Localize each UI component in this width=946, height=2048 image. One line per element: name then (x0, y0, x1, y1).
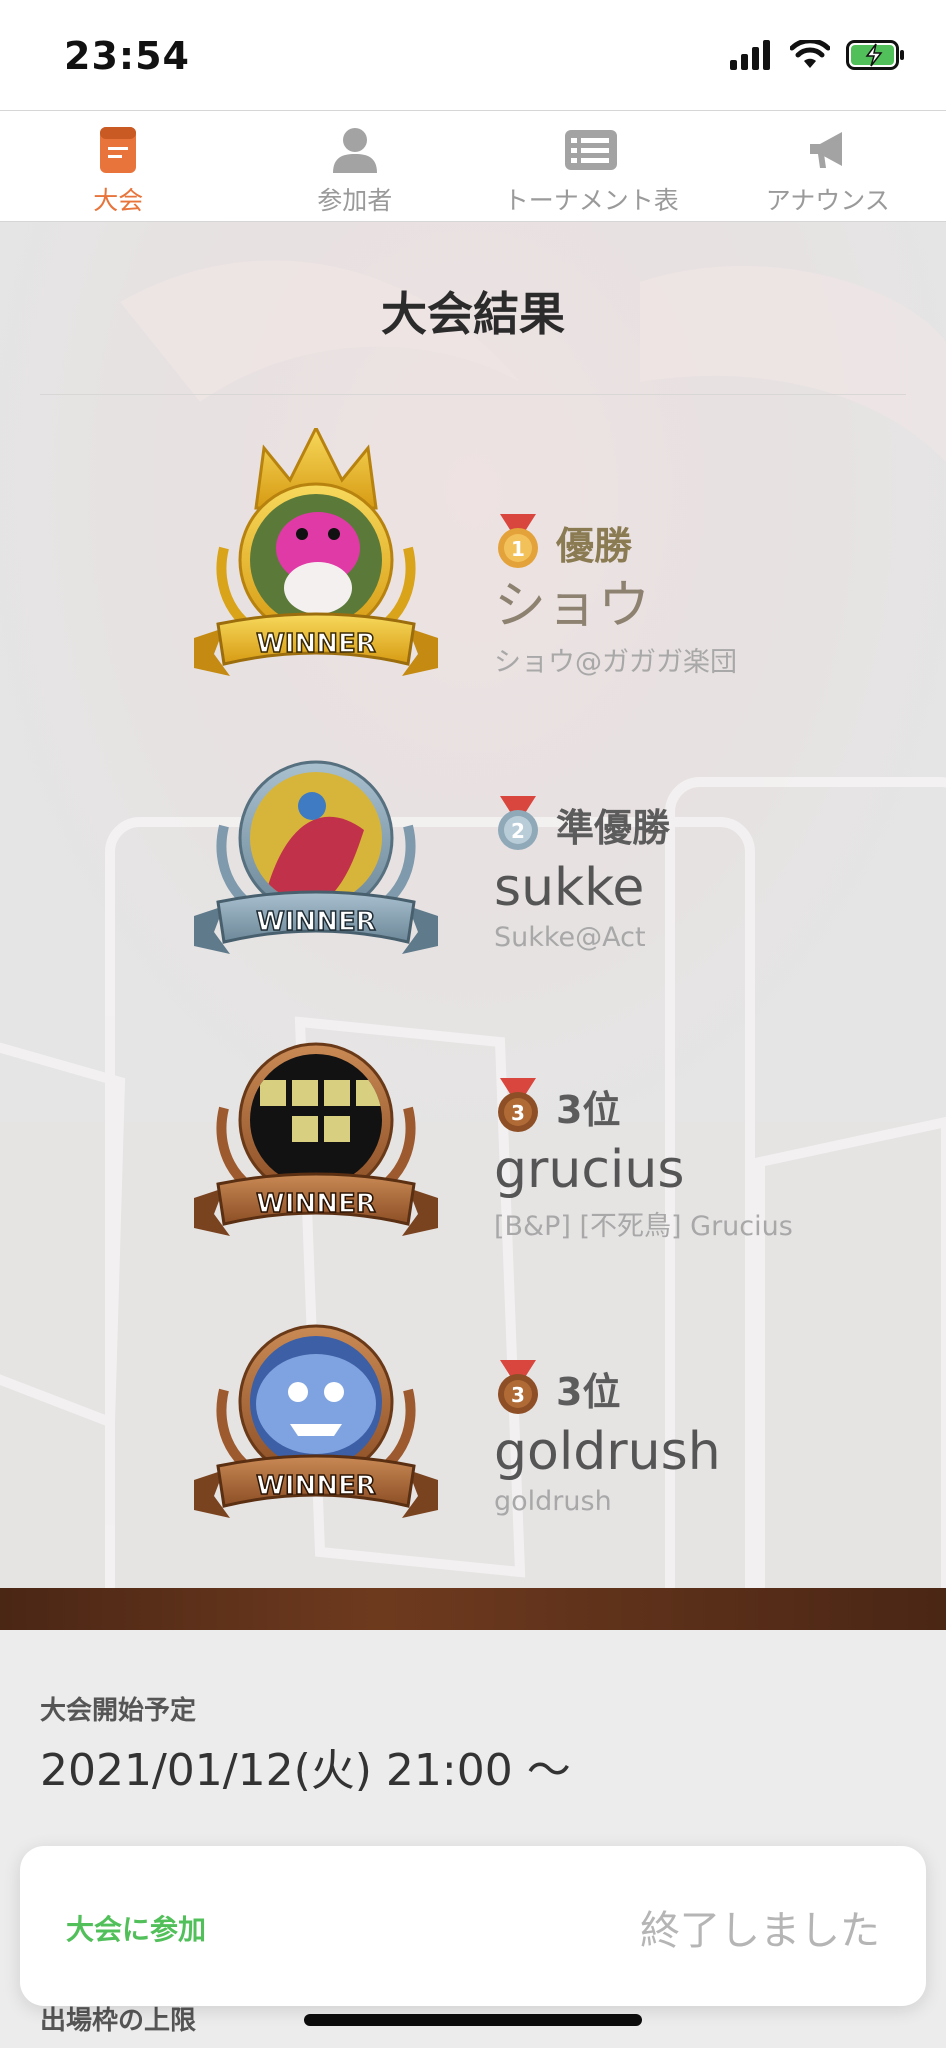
winner-badge-gold: WINNER (194, 428, 438, 676)
gold-medal-icon: 1 (498, 514, 538, 568)
tab-label: トーナメント表 (503, 186, 679, 215)
result-info: 3 3位 grucius [B&P] [不死鳥] Grucius (494, 1078, 934, 1243)
status-icons (730, 40, 906, 70)
result-entry-3[interactable]: WINNER 3 3位 grucius [B&P] [不死鳥] Grucius (0, 992, 946, 1252)
winner-badge-bronze: WINNER (194, 1324, 438, 1518)
winner-badge-silver: WINNER (194, 760, 438, 954)
bronze-medal-icon: 3 (498, 1360, 538, 1414)
result-info: 3 3位 goldrush goldrush (494, 1360, 934, 1517)
signal-icon (730, 40, 770, 70)
divider (40, 394, 906, 395)
rank-label: 3位 (556, 1369, 621, 1414)
svg-text:1: 1 (511, 537, 525, 561)
player-name: goldrush (494, 1422, 721, 1482)
player-handle: ショウ@ガガガ楽団 (494, 647, 737, 678)
result-info: 2 準優勝 sukke Sukke@Act (494, 796, 934, 953)
tab-bracket[interactable]: トーナメント表 (473, 111, 710, 221)
status-bar: 23:54 (0, 0, 946, 110)
start-label: 大会開始予定 (40, 1696, 197, 1726)
badge-text: WINNER (256, 1189, 376, 1219)
tab-label: 参加者 (317, 186, 393, 215)
section-band (0, 1588, 946, 1630)
person-icon (332, 128, 377, 173)
svg-text:2: 2 (511, 819, 525, 843)
tab-bar: 大会 参加者 トーナメント表 アナウンス (0, 110, 946, 222)
badge-text: WINNER (256, 1471, 376, 1501)
bronze-medal-icon: 3 (498, 1078, 538, 1132)
player-handle: [B&P] [不死鳥] Grucius (494, 1211, 793, 1242)
tournament-doc-icon (100, 127, 137, 173)
player-handle: Sukke@Act (494, 922, 646, 953)
megaphone-icon (809, 132, 842, 168)
ended-status: 終了しました (640, 1908, 880, 1954)
start-value: 2021/01/12(火) 21:00 ～ (40, 1745, 571, 1796)
rank-label: 準優勝 (556, 805, 671, 850)
silver-medal-icon: 2 (498, 796, 538, 850)
badge-text: WINNER (256, 629, 376, 659)
bracket-list-icon (565, 130, 618, 170)
tab-tournament[interactable]: 大会 (0, 111, 237, 221)
tab-participants[interactable]: 参加者 (237, 111, 474, 221)
tab-label: 大会 (93, 186, 144, 215)
home-indicator[interactable] (304, 2014, 642, 2026)
battery-charging-icon (846, 40, 904, 70)
player-name: grucius (494, 1140, 685, 1200)
result-entry-1[interactable]: WINNER 1 優勝 ショウ ショウ@ガガガ楽団 (0, 428, 946, 688)
join-tournament-button[interactable]: 大会に参加 (66, 1908, 206, 1948)
rank-label: 優勝 (556, 523, 633, 568)
tab-label: アナウンス (765, 186, 890, 215)
player-name: sukke (494, 858, 645, 918)
wifi-icon (790, 40, 830, 68)
rank-label: 3位 (556, 1087, 621, 1132)
join-bar: 大会に参加 終了しました (20, 1846, 926, 2006)
result-entry-2[interactable]: WINNER 2 準優勝 sukke Sukke@Act (0, 710, 946, 970)
winner-badge-bronze: WINNER (194, 1042, 438, 1236)
result-info: 1 優勝 ショウ ショウ@ガガガ楽団 (494, 514, 934, 679)
status-time: 23:54 (64, 34, 190, 78)
player-name: ショウ (494, 576, 651, 636)
tab-announce[interactable]: アナウンス (710, 111, 946, 221)
svg-text:3: 3 (511, 1101, 525, 1125)
result-entry-4[interactable]: WINNER 3 3位 goldrush goldrush (0, 1274, 946, 1534)
player-handle: goldrush (494, 1486, 612, 1517)
badge-text: WINNER (256, 907, 376, 937)
results-title: 大会結果 (381, 287, 565, 341)
svg-text:3: 3 (511, 1383, 525, 1407)
